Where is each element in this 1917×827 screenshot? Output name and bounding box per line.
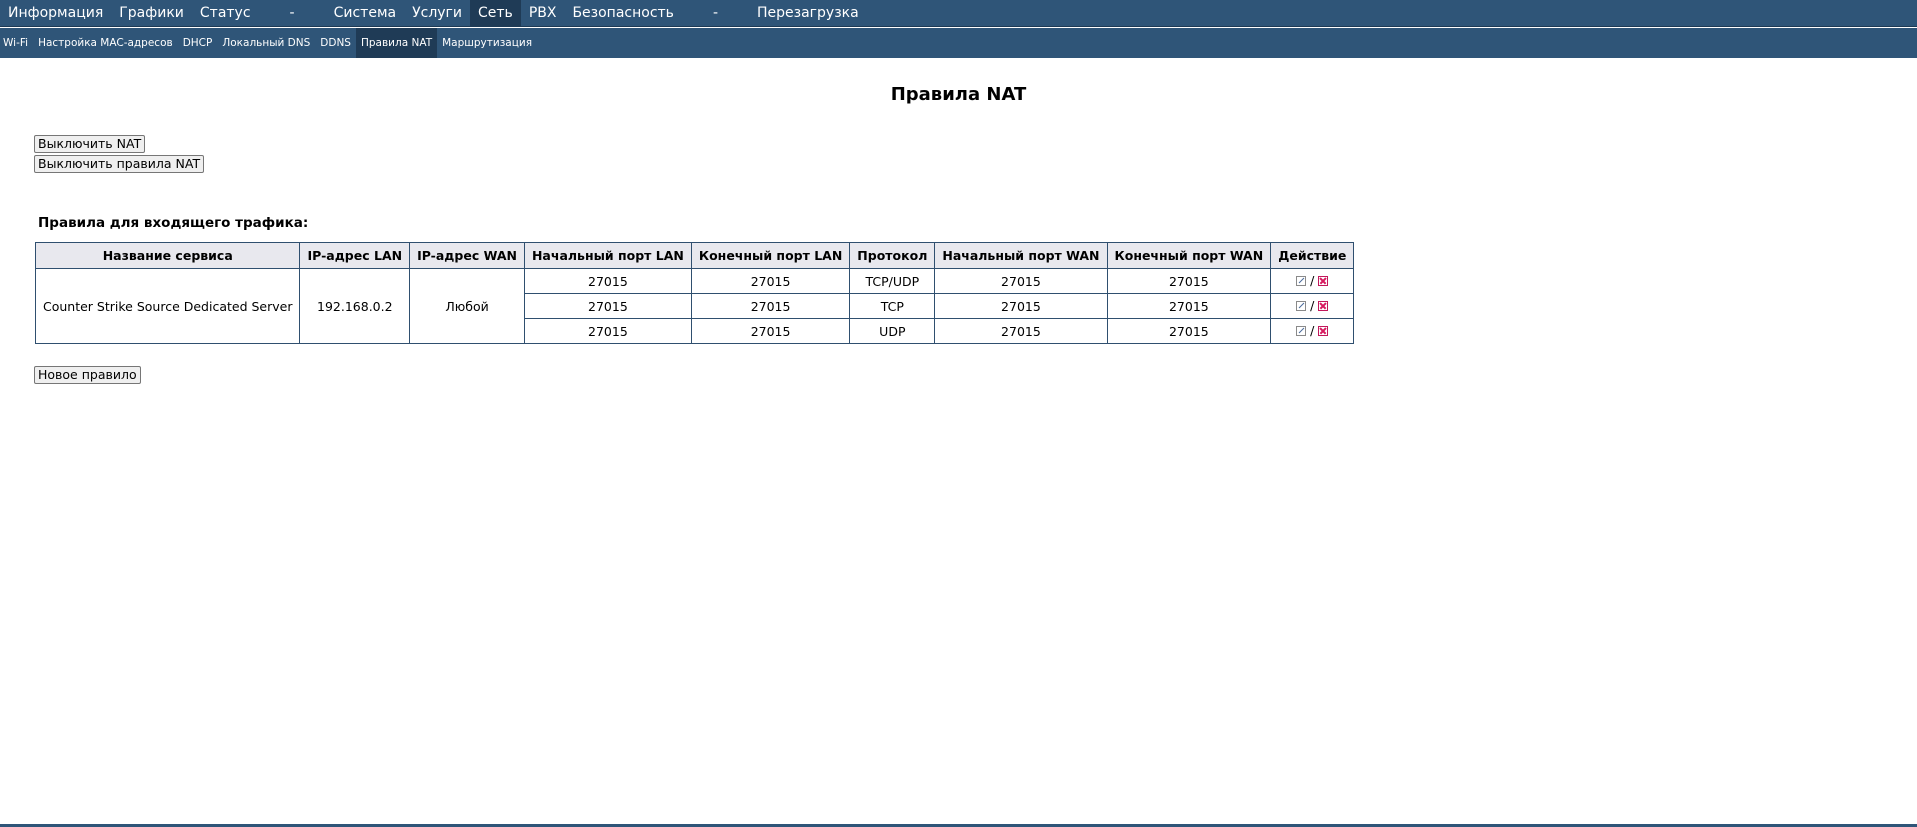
action-separator: / [1310,298,1315,314]
new-rule-button[interactable]: Новое правило [34,366,141,384]
nav-item-info[interactable]: Информация [0,0,111,26]
delete-icon[interactable] [1318,325,1329,336]
action-separator: / [1310,323,1315,339]
disable-nat-button[interactable]: Выключить NAT [34,135,146,153]
nat-rules-table: Название сервиса IP-адрес LAN IP-адрес W… [34,242,1355,344]
nav-item-pbx[interactable]: PBX [521,0,565,26]
edit-icon[interactable] [1296,325,1307,336]
wan-ip-cell: Любой [409,268,525,344]
subnav-item-ddns[interactable]: DDNS [315,28,356,58]
action-separator: / [1310,273,1315,289]
protocol-cell: TCP [849,293,936,319]
lan-end-port-cell: 27015 [690,293,851,319]
delete-icon[interactable] [1318,300,1329,311]
wan-start-port-cell: 27015 [934,293,1108,319]
action-cell: / [1270,318,1355,344]
lan-end-port-cell: 27015 [690,268,851,294]
table-header-row: Название сервиса IP-адрес LAN IP-адрес W… [34,242,1355,269]
subnav-item-local-dns[interactable]: Локальный DNS [217,28,315,58]
protocol-cell: UDP [849,318,936,344]
column-header: Действие [1270,242,1355,269]
subnav-item-mac-settings[interactable]: Настройка MAC-адресов [33,28,178,58]
sub-navigation: Wi-Fi Настройка MAC-адресов DHCP Локальн… [0,28,1917,58]
action-cell: / [1270,268,1355,294]
wan-end-port-cell: 27015 [1106,268,1272,294]
lan-start-port-cell: 27015 [523,268,692,294]
nav-item-security[interactable]: Безопасность [564,0,681,26]
subnav-item-nat-rules[interactable]: Правила NAT [355,28,438,58]
subnav-item-routing[interactable]: Маршрутизация [437,28,537,58]
lan-start-port-cell: 27015 [523,293,692,319]
delete-icon[interactable] [1318,275,1329,286]
incoming-rules-label: Правила для входящего трафика: [38,215,309,231]
disable-nat-rules-button[interactable]: Выключить правила NAT [34,155,205,173]
column-header: Протокол [849,242,936,269]
table-row: Counter Strike Source Dedicated Server 1… [34,268,1355,344]
wan-end-port-cell: 27015 [1106,293,1272,319]
column-header: Конечный порт LAN [690,242,851,269]
column-header: Начальный порт LAN [523,242,692,269]
wan-end-port-cell: 27015 [1106,318,1272,344]
nav-item-services[interactable]: Услуги [404,0,470,26]
nav-item-network[interactable]: Сеть [470,0,521,26]
top-navigation: Информация Графики Статус - Система Услу… [0,0,1917,27]
nav-separator: - [289,5,295,21]
page-title: Правила NAT [890,84,1027,105]
nav-item-status[interactable]: Статус [192,0,259,26]
nav-item-reboot[interactable]: Перезагрузка [749,0,867,26]
column-header: IP-адрес WAN [409,242,525,269]
nav-item-system[interactable]: Система [326,0,404,26]
action-cell: / [1270,293,1355,319]
subnav-item-wifi[interactable]: Wi-Fi [0,28,33,58]
column-header: Начальный порт WAN [934,242,1108,269]
lan-start-port-cell: 27015 [523,318,692,344]
nav-item-graphs[interactable]: Графики [111,0,192,26]
column-header: IP-адрес LAN [299,242,411,269]
wan-start-port-cell: 27015 [934,268,1108,294]
wan-start-port-cell: 27015 [934,318,1108,344]
lan-end-port-cell: 27015 [690,318,851,344]
service-name-cell: Counter Strike Source Dedicated Server [34,268,301,344]
column-header: Название сервиса [34,242,301,269]
edit-icon[interactable] [1296,275,1307,286]
edit-icon[interactable] [1296,300,1307,311]
nav-separator: - [712,5,718,21]
column-header: Конечный порт WAN [1106,242,1272,269]
lan-ip-cell: 192.168.0.2 [299,268,411,344]
protocol-cell: TCP/UDP [849,268,936,294]
subnav-item-dhcp[interactable]: DHCP [178,28,218,58]
